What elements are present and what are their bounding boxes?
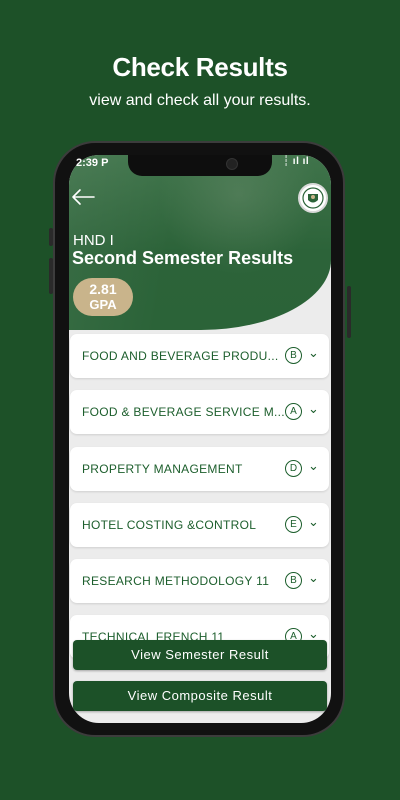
camera-notch: [128, 155, 272, 176]
course-card[interactable]: PROPERTY MANAGEMENT D ⌄: [70, 447, 329, 491]
course-name: FOOD & BEVERAGE SERVICE M...: [82, 405, 285, 419]
grade-badge: E: [285, 516, 302, 533]
promo-subtitle: view and check all your results.: [89, 92, 311, 109]
chevron-down-icon[interactable]: ⌄: [308, 514, 319, 530]
gpa-value: 2.81: [89, 281, 117, 297]
view-semester-result-button[interactable]: View Semester Result: [73, 640, 327, 670]
course-name: FOOD AND BEVERAGE PRODU...: [82, 349, 279, 363]
course-name: HOTEL COSTING &CONTROL: [82, 518, 257, 532]
course-card[interactable]: RESEARCH METHODOLOGY 11 B ⌄: [70, 559, 329, 603]
status-bar-right: ┆ ıl ıl: [283, 156, 310, 167]
level-label: HND I: [73, 232, 114, 249]
chevron-down-icon[interactable]: ⌄: [308, 458, 319, 474]
chevron-down-icon[interactable]: ⌄: [308, 401, 319, 417]
course-name: RESEARCH METHODOLOGY 11: [82, 574, 270, 588]
camera-icon: [226, 158, 238, 170]
course-card[interactable]: FOOD AND BEVERAGE PRODU... B ⌄: [70, 334, 329, 378]
promo-title: Check Results: [112, 52, 288, 82]
page-title: Second Semester Results: [72, 248, 294, 268]
course-card[interactable]: FOOD & BEVERAGE SERVICE M... A ⌄: [70, 390, 329, 434]
grade-badge: B: [285, 572, 302, 589]
school-crest-icon: [298, 183, 328, 213]
gpa-badge: 2.81 GPA: [73, 278, 133, 316]
grade-badge: D: [285, 460, 302, 477]
arrow-left-icon[interactable]: [70, 186, 96, 208]
course-card[interactable]: HOTEL COSTING &CONTROL E ⌄: [70, 503, 329, 547]
chevron-down-icon[interactable]: ⌄: [308, 345, 319, 361]
view-composite-result-button[interactable]: View Composite Result: [73, 681, 327, 711]
course-name: PROPERTY MANAGEMENT: [82, 462, 243, 476]
phone-side-button-right: [347, 286, 351, 338]
gpa-label: GPA: [89, 297, 117, 312]
chevron-down-icon[interactable]: ⌄: [308, 570, 319, 586]
grade-badge: A: [285, 403, 302, 420]
grade-badge: B: [285, 347, 302, 364]
status-bar-left: 2:39 P: [76, 157, 109, 169]
